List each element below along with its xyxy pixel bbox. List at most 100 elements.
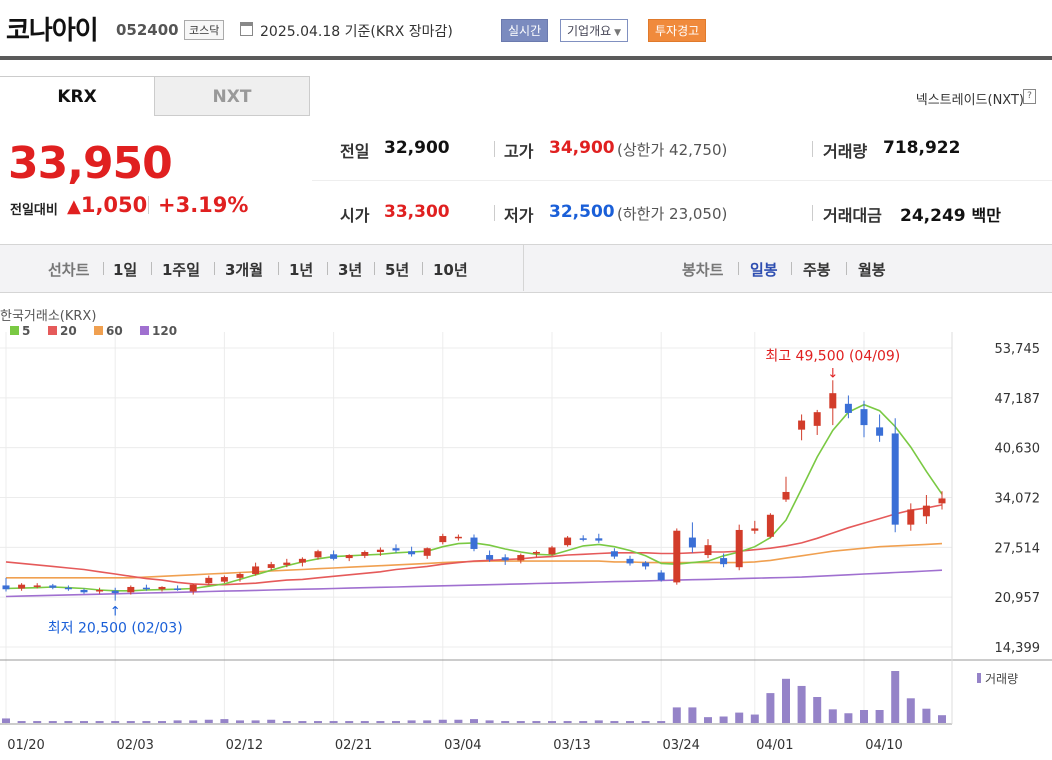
volume-bar	[204, 719, 213, 723]
y-tick-label: 40,630	[995, 442, 1041, 457]
x-tick-label: 02/03	[116, 738, 153, 753]
volume-bar	[641, 721, 650, 723]
range-3y[interactable]: 3년	[338, 259, 362, 280]
volume-bar	[314, 721, 322, 723]
volume-bar	[610, 721, 619, 723]
volume-bar	[17, 721, 26, 723]
low-value: 32,500	[549, 202, 615, 222]
candle-body	[2, 585, 10, 590]
volume-bar	[438, 719, 447, 723]
y-tick-label: 27,514	[995, 541, 1041, 556]
candle-body	[860, 409, 868, 426]
candle-body	[751, 528, 759, 531]
change-percent: +3.19%	[158, 193, 249, 217]
range-1y[interactable]: 1년	[289, 259, 313, 280]
candle-body	[501, 557, 509, 561]
candle-body	[189, 584, 197, 592]
candle-body	[595, 538, 603, 541]
prev-close-value: 32,900	[384, 138, 450, 158]
open-label: 시가	[340, 206, 370, 225]
x-tick-label: 03/04	[444, 738, 481, 753]
calendar-icon	[240, 22, 253, 36]
y-tick-label: 20,957	[995, 591, 1041, 606]
divider	[494, 205, 495, 221]
volume-bar	[80, 721, 88, 723]
basis: 기준(KRX 장마감)	[344, 24, 453, 40]
lower-limit: (하한가 23,050)	[617, 205, 728, 223]
candle-body	[408, 551, 416, 555]
volume-bar	[548, 721, 556, 723]
amount-unit: 백만	[971, 206, 1001, 225]
toolbar-divider	[523, 244, 524, 291]
help-icon[interactable]: ?	[1023, 89, 1036, 104]
volume-bar	[906, 698, 915, 723]
volume-bar	[735, 712, 744, 723]
volume-bar	[64, 721, 73, 723]
date: 2025.04.18	[260, 24, 341, 40]
volume-bar	[423, 720, 432, 723]
volume-bar	[688, 707, 697, 723]
candle-daily[interactable]: 일봉	[750, 259, 778, 280]
candle-body	[626, 558, 634, 564]
candle-body	[142, 587, 150, 590]
prev-close-label: 전일	[340, 142, 370, 161]
candle-monthly[interactable]: 월봉	[858, 259, 886, 280]
candle-body	[891, 433, 899, 525]
volume-bar	[267, 719, 276, 723]
candle-body	[127, 586, 135, 593]
candle-body	[158, 586, 166, 590]
price-chart[interactable]: 53,745 47,187 40,630 34,072 27,514 20,957 14,3…	[0, 292, 1052, 760]
volume-bar	[516, 721, 525, 723]
change-value: 1,050	[80, 193, 148, 217]
volume-bar	[376, 721, 385, 723]
amount-label: 거래대금	[823, 206, 882, 225]
candle-body	[96, 589, 104, 592]
up-triangle-icon: ▲	[67, 196, 81, 217]
divider	[791, 262, 792, 275]
x-tick-label: 03/24	[662, 738, 699, 753]
volume-bar	[392, 721, 400, 723]
y-tick-label: 14,399	[995, 641, 1041, 656]
candle-body	[330, 554, 338, 559]
candle-body	[64, 587, 72, 590]
volume-bar	[704, 717, 712, 723]
candle-chart-label: 봉차트	[682, 261, 724, 279]
volume-bar	[797, 685, 806, 723]
range-10y[interactable]: 10년	[433, 259, 468, 280]
volume-bar	[563, 721, 572, 723]
volume-bar	[782, 678, 790, 723]
company-name: 코나아이	[6, 16, 99, 46]
divider	[148, 196, 149, 214]
corp-overview-button[interactable]: 기업개요 ▼	[560, 19, 629, 42]
x-tick-label: 02/12	[226, 738, 263, 753]
candle-body	[111, 590, 119, 594]
legend-swatch	[94, 326, 103, 335]
candle-body	[345, 555, 353, 559]
candle-body	[688, 537, 696, 548]
volume-bar	[126, 721, 135, 723]
volume-bar	[938, 715, 946, 723]
range-1w[interactable]: 1주일	[162, 259, 200, 280]
candle-body	[548, 547, 556, 555]
amount-value: 24,249 백만	[900, 202, 1001, 226]
investment-warning-button[interactable]: 투자경고	[648, 19, 707, 42]
divider	[151, 262, 152, 275]
tab-krx[interactable]: KRX	[0, 76, 154, 116]
candle-body	[423, 548, 431, 556]
tab-nxt[interactable]: NXT	[154, 76, 310, 116]
range-3m[interactable]: 3개월	[225, 259, 263, 280]
candle-body	[392, 548, 400, 551]
volume-bar	[360, 721, 369, 723]
range-1d[interactable]: 1일	[113, 259, 137, 280]
nextrade-link[interactable]: 넥스트레이드(NXT)	[916, 89, 1024, 108]
legend-swatch	[48, 326, 57, 335]
volume-bar	[875, 710, 884, 723]
range-5y[interactable]: 5년	[385, 259, 409, 280]
price-change: ▲1,050	[67, 193, 147, 217]
candle-body	[782, 491, 790, 500]
realtime-button[interactable]: 실시간	[501, 19, 549, 42]
current-price: 33,950	[8, 138, 173, 189]
candle-weekly[interactable]: 주봉	[803, 259, 831, 280]
volume-bar	[2, 718, 10, 723]
candle-body	[922, 505, 930, 517]
